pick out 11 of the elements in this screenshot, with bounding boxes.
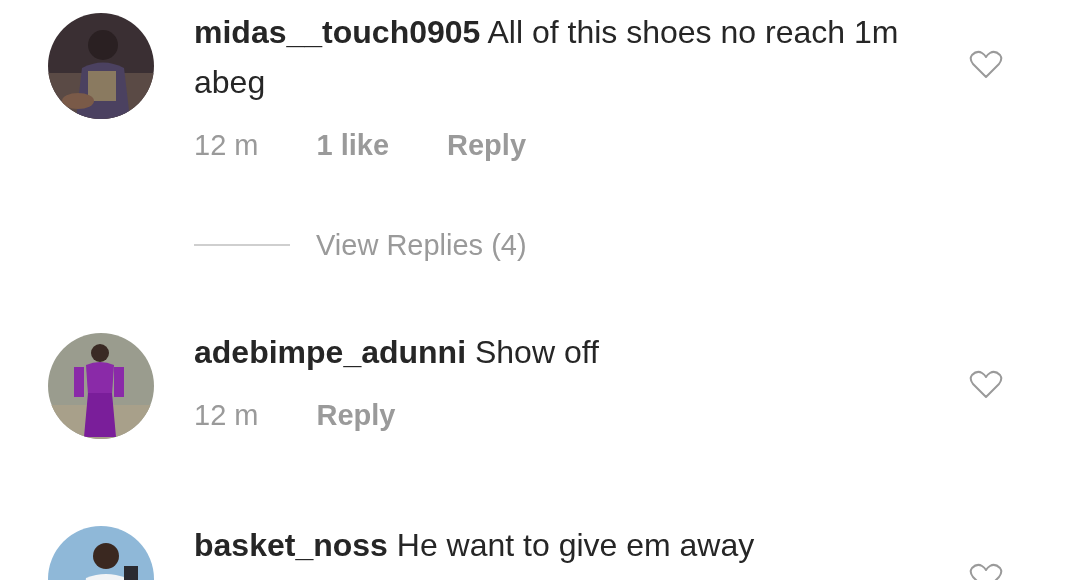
like-count[interactable]: 1 like	[316, 125, 390, 165]
comment-text: adebimpe_adunni Show off	[194, 333, 600, 372]
timestamp: 12 m	[194, 128, 259, 163]
view-replies-link[interactable]: View Replies (4)	[316, 225, 527, 265]
heart-icon[interactable]	[969, 370, 1003, 400]
comment-text: basket_noss He want to give em away	[194, 526, 756, 565]
comment-text: midas__touch0905 All of this shoes no reach 1m abeg	[194, 13, 900, 102]
reply-link[interactable]: Reply	[447, 125, 527, 165]
reply-link[interactable]: Reply	[316, 395, 396, 435]
timestamp: 12 m	[194, 398, 259, 433]
heart-icon[interactable]	[969, 50, 1003, 80]
